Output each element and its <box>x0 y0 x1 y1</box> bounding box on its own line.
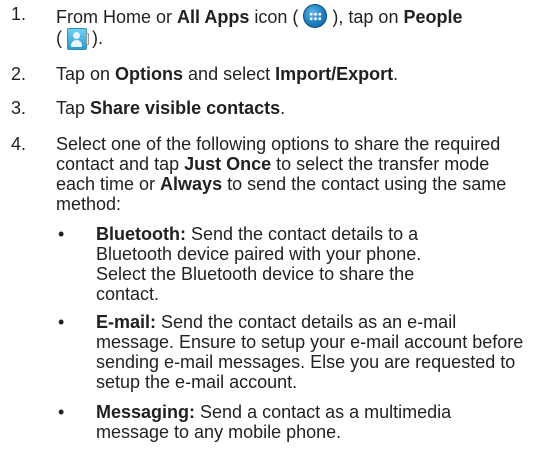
step-text-run: . <box>393 64 399 84</box>
step-text: Select one of the following options to s… <box>56 134 521 214</box>
ui-term-import-export: Import/Export <box>275 64 394 84</box>
step-text-run: icon ( <box>249 7 304 27</box>
step-text: Tap Share visible contacts. <box>56 98 539 118</box>
bullet-dot: • <box>58 224 65 244</box>
ui-term-always: Always <box>160 174 223 194</box>
step-text-run: From Home or <box>56 7 178 27</box>
step-text: From Home or All Apps icon ( ), tap on P… <box>56 4 529 50</box>
option-description: Send the contact details as an e-mail me… <box>96 312 524 392</box>
step-text-run: Tap <box>56 98 91 118</box>
option-term: E-mail: <box>96 312 157 332</box>
people-icon <box>67 28 89 50</box>
option-text: Messaging: Send a contact as a multimedi… <box>96 402 519 442</box>
bullet-dot: • <box>58 312 65 332</box>
step-number: 2. <box>11 64 27 84</box>
all-apps-icon <box>303 4 328 28</box>
option-text: Bluetooth: Send the contact details to a… <box>96 224 471 304</box>
step-number: 1. <box>11 4 27 24</box>
step-text-run: ( <box>56 28 67 48</box>
ui-term-all-apps: All Apps <box>177 7 250 27</box>
ui-term-share-visible-contacts: Share visible contacts <box>90 98 281 118</box>
option-text: E-mail: Send the contact details as an e… <box>96 312 539 392</box>
step-text-run: Tap on <box>56 64 116 84</box>
step-number: 3. <box>11 98 27 118</box>
step-text-run: ). <box>87 28 103 48</box>
step-text-run: and select <box>183 64 276 84</box>
step-text-run: ), tap on <box>327 7 404 27</box>
option-term: Bluetooth: <box>96 224 186 244</box>
step-number: 4. <box>11 134 27 154</box>
step-text-run: . <box>280 98 286 118</box>
step-text: Tap on Options and select Import/Export. <box>56 64 539 84</box>
ui-term-just-once: Just Once <box>184 154 272 174</box>
ui-term-options: Options <box>115 64 184 84</box>
ui-term-people: People <box>403 7 463 27</box>
option-term: Messaging: <box>96 402 196 422</box>
bullet-dot: • <box>58 402 65 422</box>
